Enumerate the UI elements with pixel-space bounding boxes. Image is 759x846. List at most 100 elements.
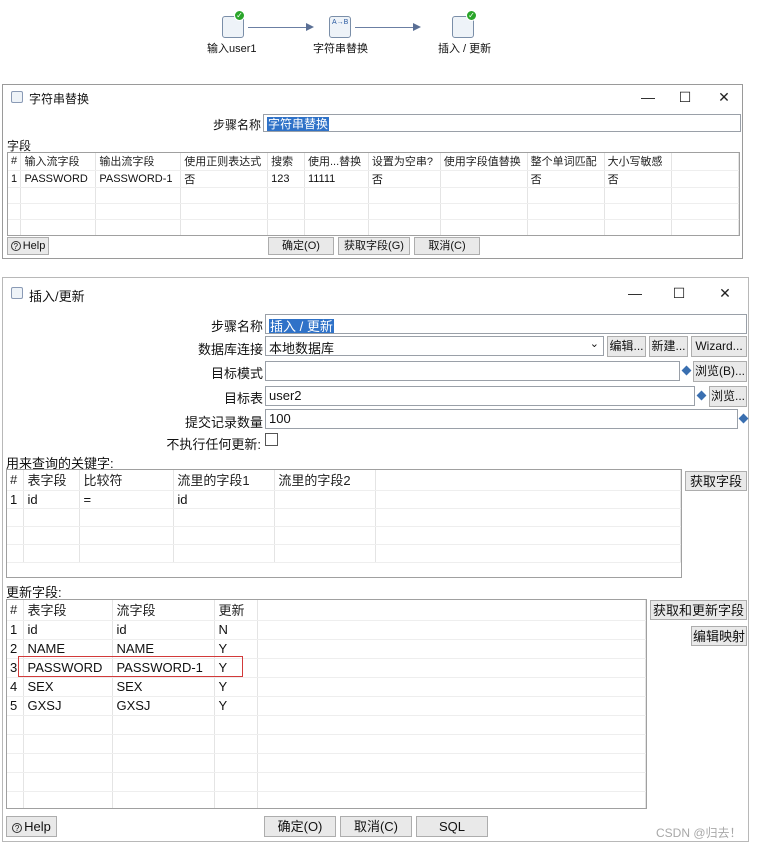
table-row[interactable]: 1 id id N [7, 620, 646, 640]
variable-icon [738, 413, 749, 424]
cancel-button[interactable]: 取消(C) [414, 237, 480, 255]
column-header[interactable]: 使用字段值替换 [440, 153, 528, 171]
get-and-update-fields-button[interactable]: 获取和更新字段 [650, 600, 747, 620]
table-cell[interactable]: 1 [7, 490, 25, 509]
table-cell[interactable]: 4 [7, 677, 25, 697]
ok-button[interactable]: 确定(O) [264, 816, 336, 837]
close-icon[interactable]: ✕ [710, 283, 740, 303]
insert-update-icon [11, 287, 23, 299]
table-row[interactable]: 5 GXSJ GXSJ Y [7, 696, 646, 716]
table-cell[interactable]: 否 [527, 170, 605, 188]
step-name-input[interactable]: 插入 / 更新 [265, 314, 747, 334]
table-cell[interactable]: id [112, 620, 216, 640]
column-header[interactable]: 整个单词匹配 [527, 153, 605, 171]
maximize-icon[interactable]: ☐ [664, 283, 694, 303]
no-update-checkbox[interactable] [265, 433, 278, 446]
get-fields-button[interactable]: 获取字段 [685, 471, 747, 491]
table-cell[interactable]: GXSJ [112, 696, 216, 716]
maximize-icon[interactable]: ☐ [670, 87, 700, 107]
table-cell[interactable]: 123 [267, 170, 305, 188]
table-cell[interactable]: 5 [7, 696, 25, 716]
table-cell[interactable]: 否 [368, 170, 441, 188]
commit-size-input[interactable]: 100 [265, 409, 738, 429]
edit-connection-button[interactable]: 编辑... [607, 336, 646, 357]
browse-schema-button[interactable]: 浏览(B)... [693, 361, 747, 382]
insert-update-dialog: 插入/更新 — ☐ ✕ 步骤名称 插入 / 更新 数据库连接 本地数据库 ⌄ 编… [2, 277, 749, 842]
table-row[interactable]: 4 SEX SEX Y [7, 677, 646, 697]
table-cell[interactable]: Y [214, 696, 259, 716]
table-cell[interactable]: GXSJ [23, 696, 114, 716]
help-button[interactable]: ? Help [6, 816, 57, 837]
wizard-button[interactable]: Wizard... [691, 336, 747, 357]
update-fields-table[interactable]: # 表字段 流字段 更新 1 id id N 2 NAME NAME Y 3 P… [6, 599, 647, 809]
target-table-input[interactable]: user2 [265, 386, 695, 406]
minimize-icon[interactable]: — [620, 283, 650, 303]
column-header[interactable]: 表字段 [23, 600, 114, 621]
lookup-keys-table[interactable]: # 表字段 比较符 流里的字段1 流里的字段2 1 id = id [6, 469, 682, 578]
column-header[interactable]: 使用正则表达式 [180, 153, 269, 171]
replace-fields-table[interactable]: # 输入流字段 输出流字段 使用正则表达式 搜索 使用...替换 设置为空串? … [7, 152, 740, 236]
string-replace-icon[interactable]: A→B [329, 16, 351, 38]
get-fields-button[interactable]: 获取字段(G) [338, 237, 410, 255]
column-header[interactable]: 搜索 [267, 153, 305, 171]
watermark: CSDN @归去！ [656, 826, 742, 840]
cancel-button[interactable]: 取消(C) [340, 816, 412, 837]
browse-table-button[interactable]: 浏览... [709, 386, 747, 407]
column-header[interactable]: 设置为空串? [368, 153, 441, 171]
minimize-icon[interactable]: — [633, 87, 663, 107]
column-header[interactable]: 流字段 [112, 600, 216, 621]
table-cell[interactable]: Y [214, 677, 259, 697]
table-cell[interactable]: id [173, 490, 276, 509]
schema-input[interactable] [265, 361, 680, 381]
edit-mapping-button[interactable]: 编辑映射 [691, 626, 747, 646]
column-header[interactable]: 输出流字段 [95, 153, 182, 171]
column-header[interactable]: # [7, 470, 25, 491]
column-header[interactable]: 流里的字段2 [274, 470, 377, 491]
table-cell[interactable]: PASSWORD [20, 170, 97, 188]
connection-select[interactable]: 本地数据库 ⌄ [265, 336, 604, 356]
hop-line-1 [248, 27, 310, 28]
column-header[interactable]: 表字段 [23, 470, 81, 491]
highlight-box [18, 656, 243, 677]
column-header[interactable]: 大小写敏感 [604, 153, 673, 171]
table-cell[interactable]: id [23, 620, 114, 640]
hop-arrow-2 [413, 23, 421, 31]
table-cell[interactable]: 1 [7, 620, 25, 640]
column-header[interactable]: # [8, 153, 22, 171]
column-header[interactable]: # [7, 600, 25, 621]
table-cell[interactable]: N [214, 620, 259, 640]
table-cell[interactable]: SEX [23, 677, 114, 697]
table-cell[interactable]: id [23, 490, 81, 509]
table-cell[interactable]: 1 [8, 170, 22, 188]
new-connection-button[interactable]: 新建... [649, 336, 688, 357]
column-header[interactable]: 输入流字段 [20, 153, 97, 171]
table-cell[interactable]: PASSWORD-1 [95, 170, 182, 188]
target-table-value: user2 [269, 388, 302, 403]
column-header[interactable]: 更新 [214, 600, 259, 621]
table-cell[interactable]: 11111 [304, 170, 369, 188]
help-icon: ? [12, 823, 23, 833]
variable-icon [681, 365, 692, 376]
table-cell[interactable]: SEX [112, 677, 216, 697]
table-row[interactable]: 1 PASSWORD PASSWORD-1 否 123 11111 否 否 否 [8, 170, 739, 188]
help-button[interactable]: ? Help [7, 237, 49, 255]
table-cell[interactable] [440, 170, 528, 188]
connection-value: 本地数据库 [269, 341, 335, 356]
table-cell[interactable]: 否 [604, 170, 673, 188]
ok-button[interactable]: 确定(O) [268, 237, 334, 255]
sql-button[interactable]: SQL [416, 816, 488, 837]
table-cell[interactable]: 否 [180, 170, 269, 188]
schema-label: 目标模式 [210, 366, 263, 381]
table-cell[interactable]: = [79, 490, 175, 509]
column-header[interactable]: 流里的字段1 [173, 470, 276, 491]
table-cell[interactable] [274, 490, 377, 509]
column-header[interactable]: 使用...替换 [304, 153, 369, 171]
help-label: Help [22, 240, 46, 252]
step-name-input[interactable]: 字符串替换 [263, 114, 741, 132]
help-label: Help [24, 819, 51, 834]
success-check-icon: ✓ [466, 10, 477, 21]
table-row[interactable]: 1 id = id [7, 490, 681, 509]
column-header[interactable]: 比较符 [79, 470, 175, 491]
flow-node-label-3: 插入 / 更新 [438, 43, 492, 55]
close-icon[interactable]: ✕ [709, 87, 739, 107]
